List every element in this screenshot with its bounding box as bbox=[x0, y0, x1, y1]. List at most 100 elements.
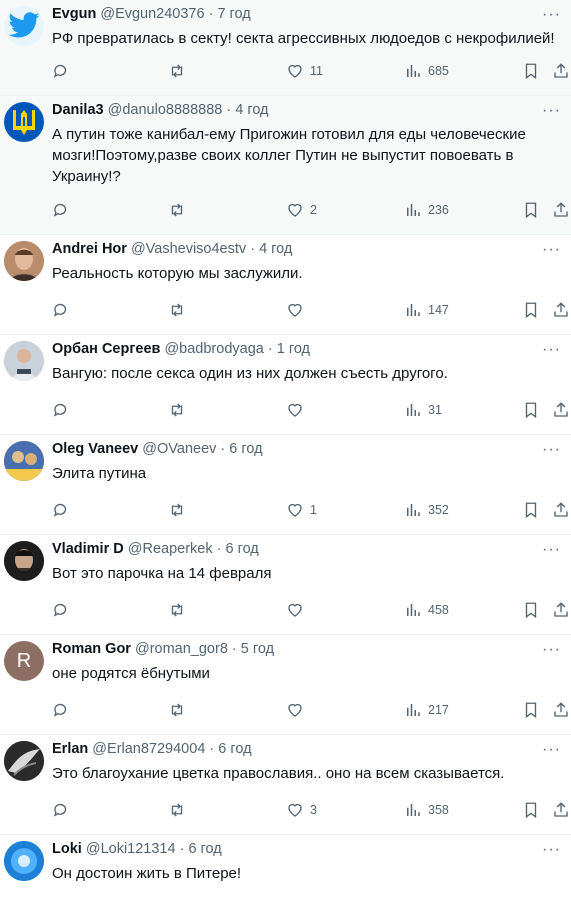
author-handle[interactable]: @OVaneev bbox=[142, 441, 216, 457]
avatar[interactable] bbox=[4, 102, 44, 142]
reply-button[interactable] bbox=[52, 800, 70, 820]
tweet[interactable]: Loki @Loki121314 · 6 год Он достоин жить… bbox=[0, 835, 571, 898]
share-button[interactable] bbox=[552, 500, 570, 520]
more-icon[interactable]: ··· bbox=[542, 641, 561, 659]
share-button[interactable] bbox=[552, 800, 570, 820]
timestamp[interactable]: 6 год bbox=[218, 741, 251, 757]
avatar[interactable] bbox=[4, 841, 44, 881]
tweet[interactable]: Danila3 @danulo8888888 · 4 год А путин т… bbox=[0, 96, 571, 235]
like-button[interactable] bbox=[286, 700, 304, 720]
views-button[interactable]: 31 bbox=[404, 400, 442, 420]
author-handle[interactable]: @Erlan87294004 bbox=[92, 741, 205, 757]
retweet-button[interactable] bbox=[168, 300, 186, 320]
bookmark-button[interactable] bbox=[522, 500, 540, 520]
views-button[interactable]: 217 bbox=[404, 700, 449, 720]
timestamp[interactable]: 7 год bbox=[217, 6, 250, 22]
share-button[interactable] bbox=[552, 400, 570, 420]
tweet[interactable]: Oleg Vaneev @OVaneev · 6 год Элита путин… bbox=[0, 435, 571, 535]
author-handle[interactable]: @roman_gor8 bbox=[135, 641, 228, 657]
avatar[interactable] bbox=[4, 441, 44, 481]
reply-button[interactable] bbox=[52, 61, 70, 81]
retweet-button[interactable] bbox=[168, 800, 186, 820]
share-button[interactable] bbox=[552, 300, 570, 320]
avatar[interactable] bbox=[4, 741, 44, 781]
reply-button[interactable] bbox=[52, 600, 70, 620]
more-icon[interactable]: ··· bbox=[542, 841, 561, 859]
more-icon[interactable]: ··· bbox=[542, 541, 561, 559]
timestamp[interactable]: 5 год bbox=[241, 641, 274, 657]
author-name[interactable]: Andrei Hor bbox=[52, 241, 127, 257]
author-handle[interactable]: @danulo8888888 bbox=[108, 102, 223, 118]
bookmark-button[interactable] bbox=[522, 61, 540, 81]
more-icon[interactable]: ··· bbox=[542, 241, 561, 259]
author-name[interactable]: Roman Gor bbox=[52, 641, 131, 657]
author-name[interactable]: Evgun bbox=[52, 6, 96, 22]
more-icon[interactable]: ··· bbox=[542, 6, 561, 24]
tweet[interactable]: R Roman Gor @roman_gor8 · 5 год оне родя… bbox=[0, 635, 571, 735]
bookmark-button[interactable] bbox=[522, 600, 540, 620]
author-name[interactable]: Danila3 bbox=[52, 102, 104, 118]
author-name[interactable]: Loki bbox=[52, 841, 82, 857]
tweet[interactable]: Vladimir D @Reaperkek · 6 год Вот это па… bbox=[0, 535, 571, 635]
bookmark-button[interactable] bbox=[522, 300, 540, 320]
tweet[interactable]: Erlan @Erlan87294004 · 6 год Это благоух… bbox=[0, 735, 571, 835]
author-name[interactable]: Орбан Сергеев bbox=[52, 341, 160, 357]
views-button[interactable]: 236 bbox=[404, 200, 449, 220]
views-button[interactable]: 458 bbox=[404, 600, 449, 620]
retweet-button[interactable] bbox=[168, 61, 186, 81]
views-button[interactable]: 352 bbox=[404, 500, 449, 520]
author-name[interactable]: Erlan bbox=[52, 741, 88, 757]
share-button[interactable] bbox=[552, 600, 570, 620]
author-handle[interactable]: @Reaperkek bbox=[128, 541, 213, 557]
reply-button[interactable] bbox=[52, 300, 70, 320]
tweet[interactable]: Andrei Hor @Vasheviso4estv · 4 год Реаль… bbox=[0, 235, 571, 335]
avatar[interactable] bbox=[4, 6, 44, 46]
bookmark-button[interactable] bbox=[522, 800, 540, 820]
like-button[interactable] bbox=[286, 600, 304, 620]
retweet-button[interactable] bbox=[168, 500, 186, 520]
avatar[interactable] bbox=[4, 241, 44, 281]
author-name[interactable]: Oleg Vaneev bbox=[52, 441, 138, 457]
timestamp[interactable]: 6 год bbox=[229, 441, 262, 457]
timestamp[interactable]: 4 год bbox=[235, 102, 268, 118]
reply-button[interactable] bbox=[52, 400, 70, 420]
author-handle[interactable]: @Vasheviso4estv bbox=[131, 241, 246, 257]
retweet-button[interactable] bbox=[168, 600, 186, 620]
more-icon[interactable]: ··· bbox=[542, 441, 561, 459]
author-handle[interactable]: @Evgun240376 bbox=[100, 6, 204, 22]
retweet-button[interactable] bbox=[168, 400, 186, 420]
reply-button[interactable] bbox=[52, 200, 70, 220]
avatar[interactable]: R bbox=[4, 641, 44, 681]
like-button[interactable]: 1 bbox=[286, 500, 317, 520]
share-button[interactable] bbox=[552, 700, 570, 720]
more-icon[interactable]: ··· bbox=[542, 741, 561, 759]
share-button[interactable] bbox=[552, 61, 570, 81]
bookmark-button[interactable] bbox=[522, 700, 540, 720]
author-handle[interactable]: @Loki121314 bbox=[86, 841, 176, 857]
like-button[interactable]: 11 bbox=[286, 61, 323, 81]
tweet[interactable]: Evgun @Evgun240376 · 7 год РФ превратила… bbox=[0, 0, 571, 96]
author-handle[interactable]: @badbrodyaga bbox=[164, 341, 263, 357]
like-button[interactable] bbox=[286, 300, 304, 320]
timestamp[interactable]: 6 год bbox=[226, 541, 259, 557]
reply-button[interactable] bbox=[52, 500, 70, 520]
retweet-button[interactable] bbox=[168, 700, 186, 720]
views-button[interactable]: 685 bbox=[404, 61, 449, 81]
share-button[interactable] bbox=[552, 200, 570, 220]
timestamp[interactable]: 1 год bbox=[277, 341, 310, 357]
like-button[interactable]: 2 bbox=[286, 200, 317, 220]
author-name[interactable]: Vladimir D bbox=[52, 541, 124, 557]
timestamp[interactable]: 6 год bbox=[188, 841, 221, 857]
more-icon[interactable]: ··· bbox=[542, 341, 561, 359]
more-icon[interactable]: ··· bbox=[542, 102, 561, 120]
views-button[interactable]: 147 bbox=[404, 300, 449, 320]
timestamp[interactable]: 4 год bbox=[259, 241, 292, 257]
tweet[interactable]: Орбан Сергеев @badbrodyaga · 1 год Вангу… bbox=[0, 335, 571, 435]
views-button[interactable]: 358 bbox=[404, 800, 449, 820]
like-button[interactable]: 3 bbox=[286, 800, 317, 820]
bookmark-button[interactable] bbox=[522, 200, 540, 220]
avatar[interactable] bbox=[4, 541, 44, 581]
like-button[interactable] bbox=[286, 400, 304, 420]
bookmark-button[interactable] bbox=[522, 400, 540, 420]
retweet-button[interactable] bbox=[168, 200, 186, 220]
